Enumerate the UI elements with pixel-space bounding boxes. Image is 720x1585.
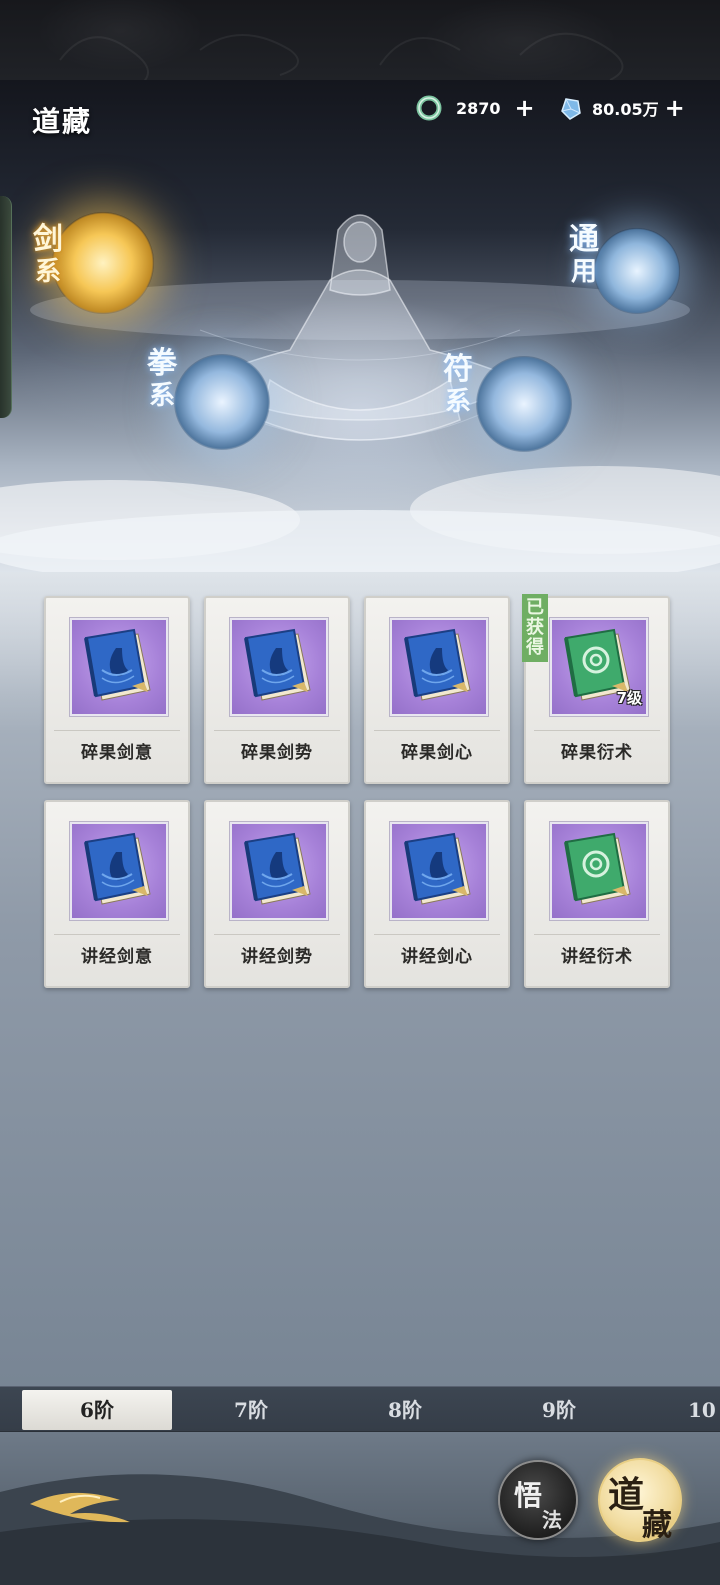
- fist-school-label: 拳系: [147, 346, 177, 412]
- technique-level: 7级: [616, 689, 642, 707]
- page-title: 道藏: [32, 105, 93, 138]
- top-decorative-band: [0, 0, 720, 80]
- technique-card[interactable]: 讲经衍术: [524, 800, 670, 988]
- blue-scripture-book-icon: [390, 618, 488, 716]
- technique-name: 讲经剑势: [241, 947, 313, 967]
- technique-name: 讲经衍术: [561, 947, 633, 967]
- blue-scripture-book-icon: [70, 822, 168, 920]
- technique-name: 讲经剑意: [81, 947, 153, 967]
- spirit-crystal-icon: [561, 98, 581, 120]
- technique-name: 讲经剑心: [401, 947, 473, 967]
- technique-name: 碎果剑势: [241, 743, 313, 763]
- tab-tier-6[interactable]: 6阶: [22, 1390, 172, 1430]
- crystal-currency: 80.05万 +: [558, 92, 685, 124]
- crystal-amount: 80.05万: [592, 100, 659, 119]
- jade-amount: 2870: [456, 98, 501, 118]
- technique-name: 碎果衍术: [561, 743, 633, 763]
- talisman-school-label: 符系: [443, 352, 473, 418]
- technique-name: 碎果剑意: [81, 743, 153, 763]
- technique-card[interactable]: 碎果剑势: [204, 596, 350, 784]
- school-selection-scene: [0, 80, 720, 575]
- technique-card[interactable]: 7级 已获得 碎果衍术: [522, 594, 670, 784]
- side-drawer-handle[interactable]: [0, 196, 12, 418]
- technique-name: 碎果剑心: [401, 743, 473, 763]
- technique-card[interactable]: 讲经剑意: [44, 800, 190, 988]
- tab-tier-10[interactable]: 10: [660, 1387, 720, 1433]
- blue-scripture-book-icon: [230, 618, 328, 716]
- tier-tab-bar: 6阶 7阶 8阶 9阶 10: [0, 1386, 720, 1432]
- technique-card[interactable]: 碎果剑意: [44, 596, 190, 784]
- green-scripture-book-icon: [550, 822, 648, 920]
- blue-scripture-book-icon: [390, 822, 488, 920]
- enlightenment-button[interactable]: 悟 法: [498, 1460, 578, 1540]
- tab-tier-9[interactable]: 9阶: [486, 1387, 632, 1433]
- fist-school-orb[interactable]: [174, 354, 270, 450]
- tab-tier-7[interactable]: 7阶: [178, 1387, 324, 1433]
- technique-card[interactable]: 讲经剑心: [364, 800, 510, 988]
- sword-school-orb[interactable]: [52, 212, 154, 314]
- add-jade-button[interactable]: +: [515, 96, 535, 120]
- general-school-orb[interactable]: [594, 228, 680, 314]
- green-scripture-book-icon: 7级: [550, 618, 648, 716]
- blue-scripture-book-icon: [70, 618, 168, 716]
- jade-ring-icon: [416, 95, 442, 121]
- blue-scripture-book-icon: [230, 822, 328, 920]
- acquired-badge: 已获得: [522, 594, 548, 662]
- sword-school-label: 剑系: [33, 222, 63, 288]
- talisman-school-orb[interactable]: [476, 356, 572, 452]
- add-crystal-button[interactable]: +: [665, 96, 685, 120]
- technique-card[interactable]: 碎果剑心: [364, 596, 510, 784]
- general-school-label: 通用: [569, 222, 599, 288]
- tab-tier-8[interactable]: 8阶: [332, 1387, 478, 1433]
- jade-currency: 2870 +: [416, 92, 535, 124]
- scripture-library-button[interactable]: 道 藏: [598, 1458, 682, 1543]
- technique-card[interactable]: 讲经剑势: [204, 800, 350, 988]
